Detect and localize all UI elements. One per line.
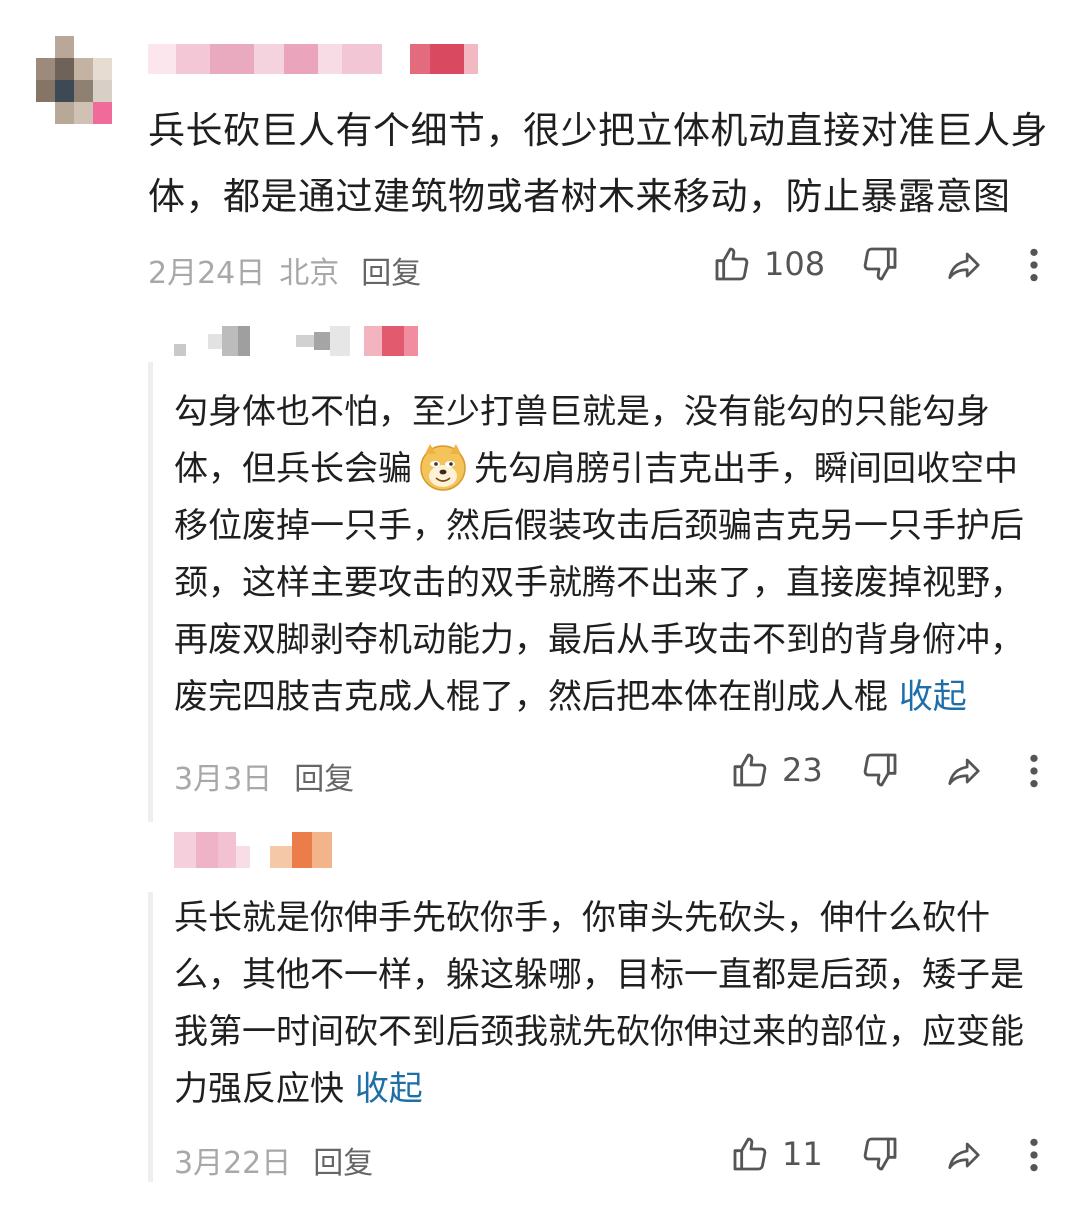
comment-meta: 2月24日 北京 回复 <box>148 248 421 292</box>
reply-date: 3月22日 <box>174 1146 292 1181</box>
like-count: 23 <box>782 751 823 789</box>
reply-line: 么，其他不一样，躲这躲哪，目标一直都是后颈，矮子是 <box>174 955 1024 995</box>
more-options-button[interactable] <box>1026 752 1042 790</box>
like-count: 11 <box>782 1135 823 1173</box>
reply-line-part: 废完四肢吉克成人棍了，然后把本体在削成人棍 <box>174 677 888 717</box>
thumbs-down-icon <box>863 247 897 281</box>
reply-line: 兵长就是你伸手先砍你手，你审头先砍头，伸什么砍什 <box>174 898 990 938</box>
comment-body: 兵长砍巨人有个细节，很少把立体机动直接对准巨人身 体，都是通过建筑物或者树木来移… <box>148 98 1048 230</box>
reply-line: 体，但兵长会骗 先勾肩膀引吉克出手，瞬间回收空中 <box>174 441 1054 498</box>
share-button[interactable] <box>944 1136 984 1174</box>
like-button[interactable]: 23 <box>730 750 823 790</box>
username-blurred[interactable] <box>148 44 478 74</box>
reply-body: 勾身体也不怕，至少打兽巨就是，没有能勾的只能勾身 体，但兵长会骗 先勾肩膀引吉克… <box>174 384 1054 726</box>
reply-username-blurred[interactable] <box>174 832 332 868</box>
reply-line: 力强反应快 收起 <box>174 1061 1054 1118</box>
dislike-button[interactable] <box>860 1134 900 1174</box>
like-button[interactable]: 11 <box>730 1134 823 1174</box>
like-count: 108 <box>764 245 826 283</box>
comment-thread: 兵长砍巨人有个细节，很少把立体机动直接对准巨人身 体，都是通过建筑物或者树木来移… <box>0 0 1080 1208</box>
like-button[interactable]: 108 <box>712 244 825 284</box>
more-options-button[interactable] <box>1026 1136 1042 1174</box>
thread-line <box>148 892 153 1182</box>
reply-button[interactable]: 回复 <box>294 754 354 798</box>
reply-date: 3月3日 <box>174 762 273 797</box>
reply-meta: 3月3日 回复 <box>174 754 354 798</box>
more-vertical-icon <box>1030 754 1038 788</box>
collapse-link[interactable]: 收起 <box>899 677 967 717</box>
reply-line-part: 力强反应快 <box>174 1069 344 1109</box>
avatar[interactable] <box>36 36 112 124</box>
reply-meta: 3月22日 回复 <box>174 1138 373 1182</box>
reply-line-part: 先勾肩膀引吉克出手，瞬间回收空中 <box>474 449 1018 489</box>
reply-username-blurred[interactable] <box>174 326 418 356</box>
comment-line: 兵长砍巨人有个细节，很少把立体机动直接对准巨人身 <box>148 109 1048 152</box>
dislike-button[interactable] <box>860 750 900 790</box>
reply-line: 勾身体也不怕，至少打兽巨就是，没有能勾的只能勾身 <box>174 392 990 432</box>
more-vertical-icon <box>1030 1138 1038 1172</box>
reply-line: 废完四肢吉克成人棍了，然后把本体在削成人棍 收起 <box>174 669 1054 726</box>
reply-button[interactable]: 回复 <box>361 248 421 292</box>
reply-line-part: 体，但兵长会骗 <box>174 449 412 489</box>
reply-line: 再废双脚剥夺机动能力，最后从手攻击不到的背身俯冲， <box>174 620 1024 660</box>
more-vertical-icon <box>1030 248 1038 282</box>
reply-line: 颈，这样主要攻击的双手就腾不出来了，直接废掉视野， <box>174 563 1024 603</box>
reply-button[interactable]: 回复 <box>313 1138 373 1182</box>
reply-body: 兵长就是你伸手先砍你手，你审头先砍头，伸什么砍什 么，其他不一样，躲这躲哪，目标… <box>174 890 1054 1118</box>
thumbs-up-icon <box>733 1137 767 1171</box>
share-arrow-icon <box>948 252 980 280</box>
share-button[interactable] <box>944 752 984 790</box>
thread-line <box>148 362 153 822</box>
share-button[interactable] <box>944 246 984 284</box>
thumbs-up-icon <box>733 753 767 787</box>
share-arrow-icon <box>948 1142 980 1170</box>
collapse-link[interactable]: 收起 <box>355 1069 423 1109</box>
doge-emoji-icon <box>420 443 466 491</box>
thumbs-down-icon <box>863 753 897 787</box>
comment-line: 体，都是通过建筑物或者树木来移动，防止暴露意图 <box>148 175 1011 218</box>
comment-date: 2月24日 <box>148 256 266 291</box>
thumbs-down-icon <box>863 1137 897 1171</box>
thumbs-up-icon <box>715 247 749 281</box>
share-arrow-icon <box>948 758 980 786</box>
reply-line: 移位废掉一只手，然后假装攻击后颈骗吉克另一只手护后 <box>174 506 1024 546</box>
reply-line: 我第一时间砍不到后颈我就先砍你伸过来的部位，应变能 <box>174 1012 1024 1052</box>
more-options-button[interactable] <box>1026 246 1042 284</box>
comment-location: 北京 <box>279 256 340 291</box>
dislike-button[interactable] <box>860 244 900 284</box>
